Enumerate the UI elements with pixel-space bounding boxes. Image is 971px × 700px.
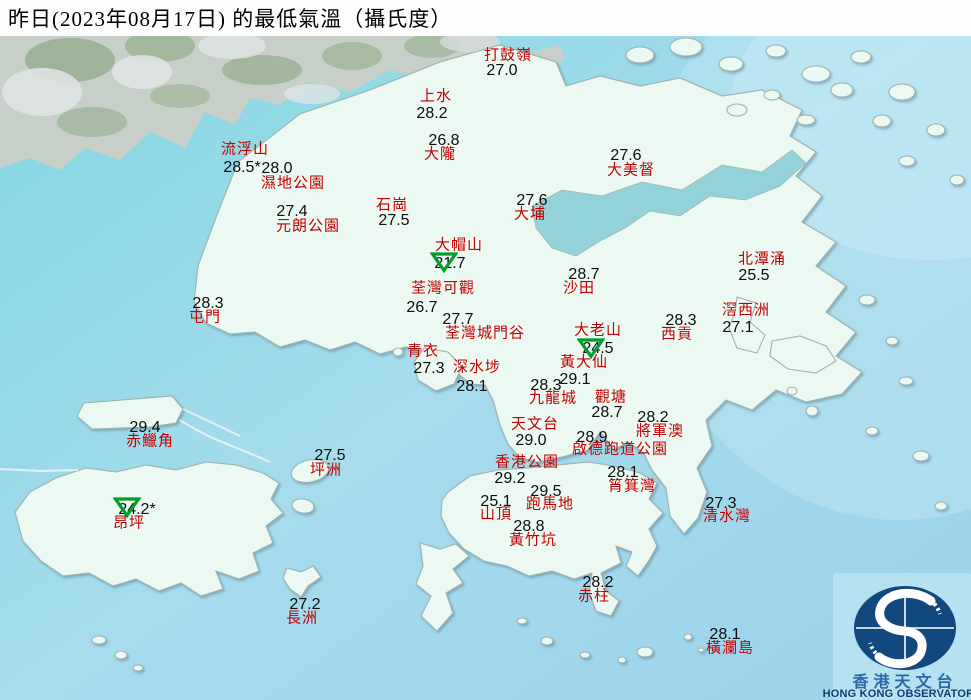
station-min-temp-value: 27.6 (610, 147, 642, 164)
station-min-temp-value: 28.7 (591, 404, 623, 421)
station-min-temp-value: 28.1 (607, 464, 639, 481)
station-name: 深水埗 (452, 359, 502, 376)
station-min-temp-value: 28.7 (568, 266, 600, 283)
station-name: 香港公園 (494, 454, 560, 471)
station-min-temp-value: 29.2 (494, 470, 526, 487)
station-min-temp-value: 28.9 (576, 429, 608, 446)
title-bar: 昨日(2023年08月17日) 的最低氣溫（攝氏度） (0, 0, 971, 36)
station-min-temp-value: 28.2 (416, 105, 448, 122)
station-min-temp-value: 28.1 (709, 626, 741, 643)
station-min-temp-value: 28.3 (665, 312, 697, 329)
station-name: 將軍澳 (635, 423, 685, 440)
station-min-temp-value: 28.2 (637, 409, 669, 426)
station-min-temp-value: 26.8 (428, 132, 460, 149)
station-name: 黃竹坑 (508, 532, 558, 549)
station-min-temp-value: 26.7 (406, 299, 438, 316)
min-temp-triangle-icon (576, 337, 606, 360)
ma-wan (392, 347, 404, 357)
station-name: 大美督 (606, 162, 656, 179)
page-title: 昨日(2023年08月17日) 的最低氣溫（攝氏度） (8, 7, 453, 31)
station-min-temp-value: 28.0 (261, 160, 293, 177)
station-min-temp-value: 27.6 (516, 192, 548, 209)
station-min-temp-value: 27.5 (314, 447, 346, 464)
station-name: 荃灣可觀 (410, 280, 476, 297)
station-name: 濕地公園 (260, 175, 326, 192)
station-min-temp-value: 25.5 (738, 267, 770, 284)
station-min-temp-value: 27.3 (413, 360, 445, 377)
station-name: 天文台 (510, 416, 560, 433)
station-min-temp-value: 28.5* (223, 159, 261, 176)
weather-map-screen: 昨日(2023年08月17日) 的最低氣溫（攝氏度） 打鼓嶺 27.0 上水 28.2… (0, 0, 971, 700)
station-name: 上水 (419, 88, 453, 105)
station-name: 沙田 (562, 280, 596, 297)
station-name: 大隴 (423, 146, 457, 163)
station-min-temp-value: 28.3 (192, 295, 224, 312)
station-min-temp-value: 27.0 (486, 62, 518, 79)
station-min-temp-value: 28.2 (582, 574, 614, 591)
station-min-temp-value: 27.5 (378, 212, 410, 229)
station-name: 長洲 (285, 610, 319, 627)
station-name: 北潭涌 (737, 251, 787, 268)
station-min-temp-value: 27.3 (705, 495, 737, 512)
station-min-temp-value: 28.1 (456, 378, 488, 395)
station-name: 大埔 (513, 206, 547, 223)
station-name: 屯門 (188, 309, 222, 326)
station-name: 滘西洲 (721, 302, 771, 319)
station-name: 赤鱲角 (125, 433, 175, 450)
station-name: 橫瀾島 (705, 640, 755, 657)
station-name: 流浮山 (220, 141, 270, 158)
station-min-temp-value: 27.4 (276, 203, 308, 220)
station-min-temp-value: 27.2 (289, 596, 321, 613)
station-min-temp-value: 27.7 (442, 311, 474, 328)
station-name: 坪洲 (309, 462, 343, 479)
min-temp-triangle-icon (429, 251, 459, 274)
station-min-temp-value: 27.1 (722, 319, 754, 336)
station-name: 青衣 (406, 343, 440, 360)
hko-logo-english-name: HONG KONG OBSERVATORY (822, 688, 971, 700)
station-name: 赤柱 (577, 588, 611, 605)
station-min-temp-value: 28.8 (513, 518, 545, 535)
min-temp-triangle-icon (112, 496, 142, 519)
station-min-temp-value: 29.0 (515, 432, 547, 449)
station-min-temp-value: 29.4 (129, 419, 161, 436)
station-name: 筲箕灣 (607, 478, 657, 495)
station-name: 西貢 (660, 326, 694, 343)
station-min-temp-value: 28.3 (530, 377, 562, 394)
station-min-temp-value: 25.1 (480, 493, 512, 510)
station-min-temp-value: 29.1 (559, 371, 591, 388)
station-min-temp-value: 29.5 (530, 483, 562, 500)
station-name: 荃灣城門谷 (444, 325, 526, 342)
hong-kong-map (0, 0, 971, 700)
station-name: 昂坪 (112, 515, 146, 532)
station-name: 元朗公園 (275, 218, 341, 235)
